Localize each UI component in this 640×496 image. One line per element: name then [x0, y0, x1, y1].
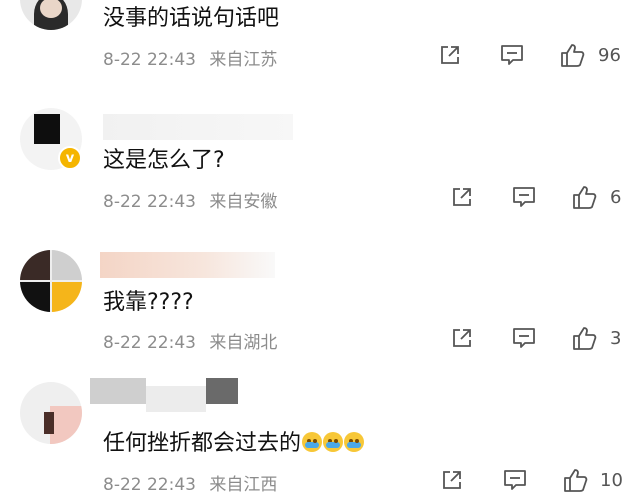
verified-badge: v — [58, 146, 82, 170]
like-count: 3 — [610, 328, 622, 349]
username-redacted[interactable] — [146, 386, 206, 412]
username-redacted[interactable] — [100, 252, 275, 278]
thumbs-up-icon[interactable] — [572, 183, 598, 211]
avatar[interactable] — [20, 382, 82, 444]
comment-time: 8-22 22:43 — [103, 50, 196, 70]
like-count: 6 — [610, 187, 622, 208]
avatar[interactable] — [20, 250, 82, 312]
thumbs-up-icon[interactable] — [560, 41, 586, 69]
avatar-image — [50, 406, 82, 444]
like-count: 96 — [598, 45, 621, 66]
comment-text: 没事的话说句话吧 — [103, 6, 280, 31]
comment-text: 任何挫折都会过去的 — [103, 425, 365, 457]
comment-meta: 8-22 22:43 来自江西 — [103, 470, 277, 495]
comment-time: 8-22 22:43 — [103, 333, 196, 353]
comment-icon[interactable] — [511, 185, 537, 209]
comment-item: v 这是怎么了? 8-22 22:43 来自安徽 6 — [0, 100, 640, 225]
share-icon[interactable] — [450, 185, 474, 209]
comment-icon[interactable] — [499, 43, 525, 67]
comment-icon[interactable] — [511, 326, 537, 350]
comment-meta: 8-22 22:43 来自湖北 — [103, 328, 277, 353]
share-icon[interactable] — [438, 43, 462, 67]
avatar-image — [52, 250, 82, 280]
comment-text: 这是怎么了? — [103, 148, 225, 173]
comment-location: 来自安徽 — [209, 192, 278, 212]
comment-time: 8-22 22:43 — [103, 475, 196, 495]
avatar-image — [52, 282, 82, 312]
comment-text: 我靠???? — [103, 290, 194, 315]
comment-icon[interactable] — [502, 468, 528, 492]
share-icon[interactable] — [450, 326, 474, 350]
comment-item: 我靠???? 8-22 22:43 来自湖北 3 — [0, 240, 640, 365]
thumbs-up-icon[interactable] — [563, 466, 589, 494]
username-redacted[interactable] — [103, 114, 293, 140]
comment-text-content: 任何挫折都会过去的 — [103, 431, 302, 456]
share-icon[interactable] — [440, 468, 464, 492]
crying-emoji-icon — [323, 432, 344, 452]
comment-meta: 8-22 22:43 来自江苏 — [103, 45, 277, 70]
comment-location: 来自江西 — [209, 475, 278, 495]
comment-location: 来自湖北 — [209, 333, 278, 353]
comment-location: 来自江苏 — [209, 50, 278, 70]
comment-item: 任何挫折都会过去的 8-22 22:43 来自江西 10 — [0, 378, 640, 496]
avatar-image — [20, 250, 50, 280]
comment-time: 8-22 22:43 — [103, 192, 196, 212]
avatar-image — [44, 412, 54, 434]
thumbs-up-icon[interactable] — [572, 324, 598, 352]
crying-emoji-icon — [302, 432, 323, 452]
username-redacted[interactable] — [90, 378, 146, 404]
username-redacted[interactable] — [206, 378, 238, 404]
like-count: 10 — [600, 470, 623, 491]
crying-emoji-icon — [344, 432, 365, 452]
avatar-image — [20, 282, 50, 312]
comment-meta: 8-22 22:43 来自安徽 — [103, 187, 277, 212]
comment-item: 没事的话说句话吧 8-22 22:43 来自江苏 96 — [0, 0, 640, 90]
avatar-image — [34, 114, 60, 144]
avatar[interactable] — [20, 0, 82, 30]
